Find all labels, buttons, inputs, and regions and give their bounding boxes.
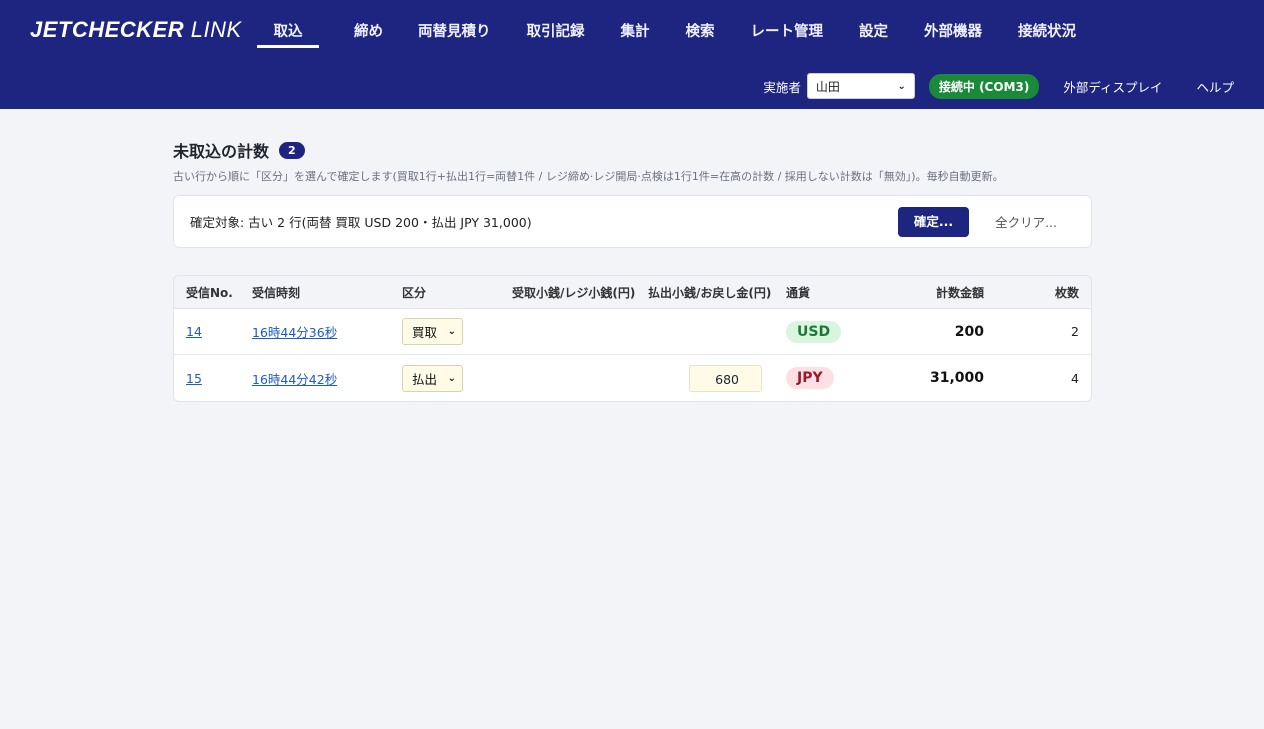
operator-select[interactable]: 山田 ⌄ xyxy=(806,73,915,99)
table-header-row: 受信No. 受信時刻 区分 受取小銭/レジ小銭(円) 払出小銭/お戻し金(円) … xyxy=(174,276,1091,309)
col-header-amount: 計数金額 xyxy=(935,285,984,300)
table-row: 14 16時44分36秒 買取 ⌄ USD 200 2 xyxy=(174,309,1091,355)
col-header-no: 受信No. xyxy=(186,285,233,300)
col-header-time: 受信時刻 xyxy=(252,285,301,300)
main-content: 未取込の計数 2 古い行から順に「区分」を選んで確定します(買取1行+払出1行=… xyxy=(173,138,1092,402)
pending-table: 受信No. 受信時刻 区分 受取小銭/レジ小銭(円) 払出小銭/お戻し金(円) … xyxy=(173,275,1092,402)
sheet-count: 4 xyxy=(1071,370,1079,386)
pending-count-badge: 2 xyxy=(279,141,305,159)
nav-tab-settei[interactable]: 設定 xyxy=(859,0,888,48)
nav-tab-setsuzoku-jokyo[interactable]: 接続状況 xyxy=(1018,0,1076,48)
operator-label: 実施者 xyxy=(763,79,801,95)
col-header-count: 枚数 xyxy=(1054,285,1079,300)
logo-bold-text: JETCHECKER xyxy=(30,17,185,42)
change-amount-input[interactable]: 680 xyxy=(689,364,762,392)
kubun-value: 払出 xyxy=(412,371,438,387)
logo-light-text: LINK xyxy=(184,17,242,42)
page-subtitle: 古い行から順に「区分」を選んで確定します(買取1行+払出1行=両替1件 / レジ… xyxy=(173,170,1004,183)
receive-time-link[interactable]: 16時44分36秒 xyxy=(252,322,337,341)
confirm-card: 確定対象: 古い 2 行(両替 買取 USD 200・払出 JPY 31,000… xyxy=(173,195,1092,248)
sheet-count: 2 xyxy=(1071,324,1079,339)
col-header-hara: 払出小銭/お戻し金(円) xyxy=(648,285,772,300)
operator-value: 山田 xyxy=(815,79,840,94)
count-amount: 200 xyxy=(954,323,984,340)
nav-tab-kensaku[interactable]: 検索 xyxy=(686,0,715,48)
col-header-kubun: 区分 xyxy=(402,285,427,300)
kubun-value: 買取 xyxy=(412,325,438,340)
nav-tab-ryogae-mitsumori[interactable]: 両替見積り xyxy=(418,0,491,48)
external-display-link[interactable]: 外部ディスプレイ xyxy=(1063,77,1162,96)
receive-time-link[interactable]: 16時44分42秒 xyxy=(252,369,337,388)
connection-status-badge: 接続中 (COM3) xyxy=(928,73,1040,99)
receive-no-link[interactable]: 14 xyxy=(186,324,202,339)
nav-tab-torihiki-kiroku[interactable]: 取引記録 xyxy=(527,0,585,48)
kubun-select[interactable]: 払出 ⌄ xyxy=(402,364,463,392)
nav-tab-gaibu-kiki[interactable]: 外部機器 xyxy=(924,0,982,48)
col-header-uke: 受取小銭/レジ小銭(円) xyxy=(512,285,636,300)
col-header-currency: 通貨 xyxy=(786,285,811,300)
nav-tab-rate-kanri[interactable]: レート管理 xyxy=(751,0,824,48)
currency-badge: JPY xyxy=(786,367,834,389)
title-row: 未取込の計数 2 xyxy=(173,138,1092,162)
clear-all-button[interactable]: 全クリア... xyxy=(995,212,1057,231)
confirm-target-text: 確定対象: 古い 2 行(両替 買取 USD 200・払出 JPY 31,000… xyxy=(190,215,532,230)
receive-no-link[interactable]: 15 xyxy=(186,371,202,386)
nav-tab-shime[interactable]: 締め xyxy=(354,0,383,48)
page-title: 未取込の計数 xyxy=(173,142,270,161)
nav-tab-torikomi[interactable]: 取込 xyxy=(257,0,319,48)
chevron-down-icon: ⌄ xyxy=(897,80,906,92)
kubun-select[interactable]: 買取 ⌄ xyxy=(402,318,463,345)
app-logo[interactable]: JETCHECKER LINK xyxy=(30,17,242,43)
chevron-down-icon: ⌄ xyxy=(447,326,456,337)
help-link[interactable]: ヘルプ xyxy=(1196,77,1234,96)
app-header: JETCHECKER LINK 取込 締め 両替見積り 取引記録 集計 検索 レ… xyxy=(0,0,1264,109)
confirm-button[interactable]: 確定... xyxy=(897,206,970,237)
nav-tab-shukei[interactable]: 集計 xyxy=(621,0,650,48)
table-row: 15 16時44分42秒 払出 ⌄ 680 JPY 31,000 4 xyxy=(174,355,1091,401)
chevron-down-icon: ⌄ xyxy=(447,372,456,384)
count-amount: 31,000 xyxy=(929,370,984,386)
header-subbar: 実施者 山田 ⌄ 接続中 (COM3) 外部ディスプレイ ヘルプ xyxy=(763,73,1234,99)
currency-badge: USD xyxy=(786,320,842,343)
main-nav: 取込 締め 両替見積り 取引記録 集計 検索 レート管理 設定 外部機器 接続状… xyxy=(257,0,1076,48)
